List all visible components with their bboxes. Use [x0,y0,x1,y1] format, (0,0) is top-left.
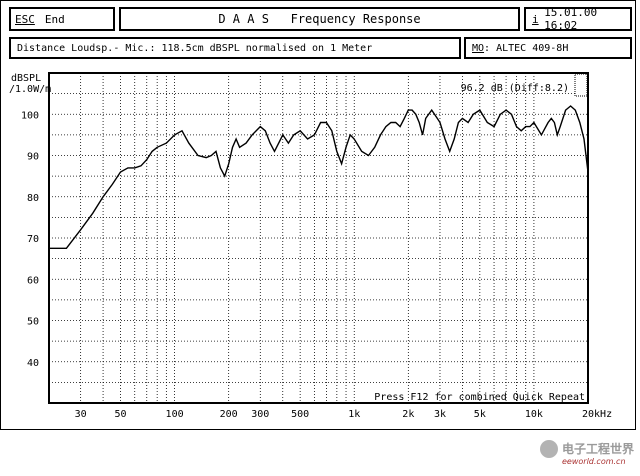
y-unit-label-1: dBSPL [11,73,41,84]
scroll-handle[interactable] [574,73,588,97]
info-key-label: i [532,12,539,26]
x-tick-label: 50 [114,409,126,420]
y-tick-label: 60 [27,275,39,286]
y-tick-label: 90 [27,152,39,163]
model-button[interactable]: MO : ALTEC 409-8H [464,37,632,59]
x-tick-label: 2k [402,409,414,420]
x-tick-label: 1k [348,409,360,420]
info-datetime-button[interactable]: i 15.01.00 16:02 [524,6,632,32]
esc-end-button[interactable]: ESC End [9,7,115,31]
app-title: D A A S Frequency Response [218,12,421,26]
x-tick-label: 300 [251,409,269,420]
watermark-title: 电子工程世界 [562,442,635,456]
x-tick-label: 5k [474,409,486,420]
x-tick-label: 30 [75,409,87,420]
y-unit-label-2: /1.0W/m [9,84,51,95]
chart-grid [49,73,588,403]
y-tick-label: 70 [27,234,39,245]
x-tick-label: 3k [434,409,446,420]
y-tick-label: 80 [27,193,39,204]
datetime-label: 15.01.00 16:02 [544,6,598,32]
y-tick-label: 100 [21,110,39,121]
watermark: 电子工程世界 eeworld.com.cn [540,438,636,472]
footer-hint: Press F12 for combined Quick Repeat [374,392,585,403]
model-key-label: MO [472,42,485,54]
x-tick-label: 500 [291,409,309,420]
model-value: : ALTEC 409-8H [484,42,569,54]
x-tick-label: 200 [220,409,238,420]
app-window: ESC End D A A S Frequency Response i 15.… [0,0,636,430]
watermark-subtitle: eeworld.com.cn [562,457,626,466]
end-label: End [44,12,65,26]
y-tick-label: 40 [27,358,39,369]
x-axis-labels: 30 50 100 200 300 500 1k 2k 3k 5k 10k 20kHz [75,409,612,420]
title-bar: D A A S Frequency Response [119,7,520,31]
x-tick-label: 100 [166,409,184,420]
x-tick-label: 10k [525,409,543,420]
measurement-info: Distance Loudsp.- Mic.: 118.5cm dBSPL no… [17,42,373,54]
x-tick-label: 20kHz [582,409,612,420]
plot-frame [48,72,589,404]
watermark-logo-icon [540,440,558,458]
response-curve [49,105,589,249]
frequency-response-chart: 40 50 60 70 80 90 100 30 50 100 200 300 500 1k 2k 3k 5k… [9,72,612,420]
level-annotation: 96.2 dB (Diff:8.2) [461,83,569,94]
esc-key-label: ESC [15,12,35,26]
y-tick-label: 50 [27,317,39,328]
y-axis-labels: 40 50 60 70 80 90 100 [21,110,39,369]
measurement-info-bar: Distance Loudsp.- Mic.: 118.5cm dBSPL no… [9,37,461,59]
